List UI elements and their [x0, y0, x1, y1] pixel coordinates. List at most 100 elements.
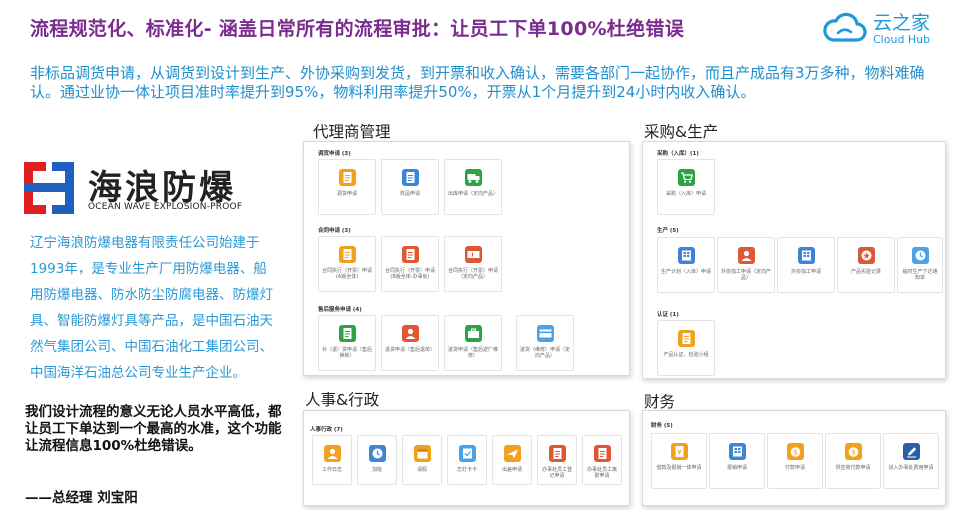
process-card-label: 进入办事处费用申请 — [888, 465, 934, 471]
plane-icon — [503, 445, 521, 462]
process-card-payment[interactable]: $ 付款申请 — [767, 433, 823, 489]
person-icon — [401, 325, 419, 342]
process-card-transfer[interactable]: 调货申请 — [318, 159, 376, 215]
cloud-icon — [823, 12, 867, 42]
process-card-experiment[interactable]: 产品实验记录 — [837, 237, 895, 293]
cloud-hub-logo: 云之家 Cloud Hub — [821, 8, 941, 50]
process-card-return-refund[interactable]: 退货申请（售后退单） — [381, 315, 439, 371]
process-card-label: 外协加工申请 — [790, 269, 821, 275]
process-card-label: 合同执行（开票）申请 (B版全体-办事处) — [385, 268, 436, 280]
svg-text:¥: ¥ — [677, 449, 682, 457]
process-card-overtime[interactable]: 加班 — [357, 435, 397, 485]
brand-name-en: Cloud Hub — [873, 33, 931, 46]
process-card-outbound[interactable]: 出库申请（定向产品） — [444, 159, 502, 215]
process-card-label: 退货（维修）申请（定向产品） — [520, 347, 571, 359]
company-description: 辽宁海浪防爆电器有限责任公司始建于1993年，是专业生产厂用防爆电器、船用防爆电… — [30, 235, 273, 381]
document-icon — [338, 246, 356, 263]
process-card-production-plan[interactable]: 生产计划（入库）申请 — [657, 237, 715, 293]
company-logo: 海浪防爆 OCEAN WAVE EXPLOSION-PROOF — [22, 160, 242, 220]
document-icon — [593, 445, 611, 462]
svg-text:$: $ — [793, 449, 797, 457]
process-card-purchase-inbound[interactable]: 采购（入库）申请 — [657, 159, 715, 215]
process-card-replacement[interactable]: 补（退）货申请（售后换新） — [318, 315, 376, 371]
process-card-office-resign[interactable]: 办事处员工离职申请 — [582, 435, 622, 485]
process-card-label: 产品认证、检验小组 — [663, 352, 709, 358]
group-title: 认证 (1) — [657, 312, 679, 318]
manager-quote: 我们设计流程的意义无论人员水平高低，都让员工下单达到一个最高的水准，这个功能让流… — [25, 404, 282, 454]
process-card-temp-production[interactable]: 临时生产下达通知单 — [897, 237, 943, 293]
group-title: 生产 (5) — [657, 228, 679, 234]
process-card-label: 生产计划（入库）申请 — [661, 269, 712, 275]
company-name-en: OCEAN WAVE EXPLOSION-PROOF — [88, 202, 243, 212]
ticket-icon — [464, 246, 482, 263]
process-card-label: 请假 — [416, 467, 427, 473]
section-label-finance: 财务 — [644, 393, 676, 411]
document-icon — [338, 325, 356, 342]
section-label-purchase: 采购&生产 — [644, 123, 719, 141]
process-card-supplier-payment[interactable]: $ 供应商付款申请 — [825, 433, 881, 489]
process-card-leave[interactable]: 请假 — [402, 435, 442, 485]
process-card-label: 工作日志 — [321, 467, 342, 473]
process-card-missed-clock[interactable]: 忘打卡卡 — [447, 435, 487, 485]
process-card-label: 合同执行（开票）申请 (A版全体) — [322, 268, 373, 280]
process-card-label: 采购（入库）申请 — [665, 191, 706, 197]
process-card-label: 出库申请（定向产品） — [448, 191, 499, 197]
process-card-work-log[interactable]: 工作日志 — [312, 435, 352, 485]
receipt-icon: ¥ — [670, 443, 688, 460]
check-icon — [458, 445, 476, 462]
card-icon — [536, 325, 554, 342]
brand-name-cn: 云之家 — [873, 12, 931, 34]
process-card-label: 补（退）货申请（售后换新） — [322, 347, 373, 359]
process-card-contract-a[interactable]: 合同执行（开票）申请 (A版全体) — [318, 236, 376, 292]
person-icon — [323, 445, 341, 462]
process-card-label: 合同执行（开票）申请（定向产品） — [448, 268, 499, 280]
process-card-reimburse[interactable]: 报销申请 — [709, 433, 765, 489]
group-title: 人事行政 (7) — [310, 427, 343, 433]
process-card-label: 产品实验记录 — [850, 269, 881, 275]
truck-icon — [464, 169, 482, 186]
process-card-office-expense[interactable]: 进入办事处费用申请 — [883, 433, 939, 489]
process-card-certification[interactable]: 产品认证、检验小组 — [657, 320, 715, 376]
grid-icon — [677, 247, 695, 264]
process-card-loan-reimburse[interactable]: ¥ 借款及报销一体申请 — [651, 433, 707, 489]
process-card-outsource[interactable]: 外协加工申请 — [777, 237, 835, 293]
slide-title: 流程规范化、标准化- 涵盖日常所有的流程审批：让员工下单100%杜绝错误 — [30, 18, 684, 40]
process-card-label: 借款及报销一体申请 — [656, 465, 702, 471]
group-title: 合同申请 (3) — [318, 228, 351, 234]
process-card-label: 样品申请 — [399, 191, 420, 197]
money-icon: $ — [844, 443, 862, 460]
process-card-label: 供应商付款申请 — [835, 465, 871, 471]
group-title: 采购（入库）(1) — [657, 151, 699, 157]
calendar-icon — [413, 445, 431, 462]
process-card-label: 办事处员工离职申请 — [586, 467, 617, 479]
process-card-label: 退货申请（售后退单） — [385, 347, 436, 353]
process-card-return-directed[interactable]: 退货（维修）申请（定向产品） — [516, 315, 574, 371]
svg-text:$: $ — [851, 449, 855, 457]
process-card-label: 调货申请 — [336, 191, 357, 197]
company-logo-mark — [24, 162, 74, 214]
group-title: 售后服务申请 (4) — [318, 307, 362, 313]
section-label-hr: 人事&行政 — [305, 391, 380, 409]
process-card-sample[interactable]: 样品申请 — [381, 159, 439, 215]
panel-purchase: 采购（入库）(1) 采购（入库）申请 生产 (5) 生产计划（入库）申请 外协加… — [642, 141, 946, 379]
process-card-outsource-directed[interactable]: 外协加工申请（定向产品） — [717, 237, 775, 293]
toolbox-icon — [464, 325, 482, 342]
process-card-office-register[interactable]: 办事处员工登记申请 — [537, 435, 577, 485]
process-card-return-repair[interactable]: 退货申请（售后返厂维修） — [444, 315, 502, 371]
document-icon — [548, 445, 566, 462]
panel-agent: 调货申请 (3) 调货申请 样品申请 出库申请（定向产品） 合同申请 (3) 合… — [303, 141, 630, 376]
process-card-contract-directed[interactable]: 合同执行（开票）申请（定向产品） — [444, 236, 502, 292]
process-card-label: 退货申请（售后返厂维修） — [448, 347, 499, 359]
process-card-label: 忘打卡卡 — [456, 467, 477, 473]
group-title: 财务 (5) — [651, 423, 673, 429]
document-icon — [677, 330, 695, 347]
process-card-label: 报销申请 — [726, 465, 747, 471]
document-icon — [401, 169, 419, 186]
process-card-contract-b[interactable]: 合同执行（开票）申请 (B版全体-办事处) — [381, 236, 439, 292]
intro-paragraph: 非标品调货申请，从调货到设计到生产、外协采购到发货，到开票和收入确认，需要各部门… — [30, 64, 925, 101]
process-card-business-trip[interactable]: 出差申请 — [492, 435, 532, 485]
quote-author: ——总经理 刘宝阳 — [25, 490, 138, 506]
process-card-label: 加班 — [371, 467, 382, 473]
star-icon — [857, 247, 875, 264]
grid-icon — [797, 247, 815, 264]
